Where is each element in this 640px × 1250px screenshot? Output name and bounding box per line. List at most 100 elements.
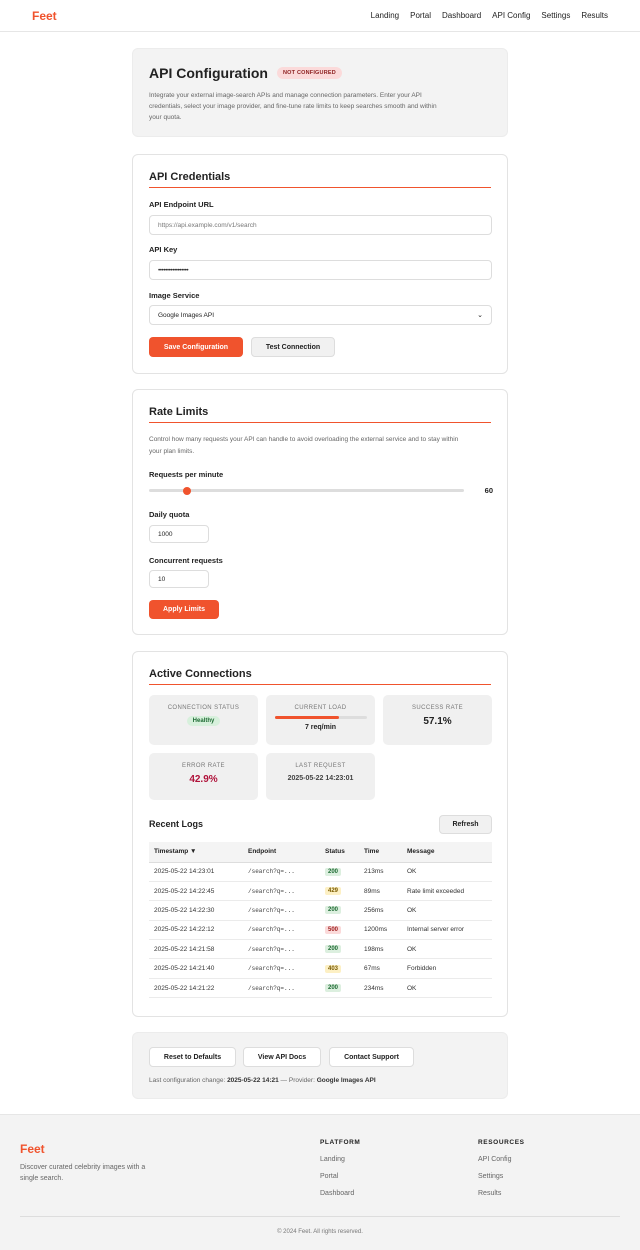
meta-prefix: Last configuration change: bbox=[149, 1077, 228, 1084]
col-endpoint: Endpoint bbox=[243, 842, 320, 863]
platform-title: PLATFORM bbox=[320, 1139, 361, 1146]
meta-date: 2025-05-22 14:21 bbox=[227, 1077, 279, 1084]
error-rate-stat: ERROR RATE 42.9% bbox=[149, 753, 258, 800]
footer-link-dashboard[interactable]: Dashboard bbox=[320, 1190, 354, 1197]
cell-endpoint: /search?q=... bbox=[243, 900, 320, 921]
stat-caption: CURRENT LOAD bbox=[294, 705, 347, 711]
view-api-docs-button[interactable]: View API Docs bbox=[243, 1047, 321, 1067]
cell-message: OK bbox=[402, 900, 492, 921]
status-code-badge: 200 bbox=[325, 867, 342, 876]
footer-link-results[interactable]: Results bbox=[478, 1190, 501, 1197]
top-nav: Feet Landing Portal Dashboard API Config… bbox=[0, 0, 640, 32]
status-code-badge: 200 bbox=[325, 906, 342, 915]
table-row: 2025-05-22 14:21:40 /search?q=... 403 67… bbox=[149, 958, 492, 979]
image-service-label: Image Service bbox=[149, 291, 200, 300]
footer-brand[interactable]: Feet bbox=[20, 1142, 45, 1156]
logs-header-row: Timestamp ▼ Endpoint Status Time Message bbox=[149, 842, 492, 863]
status-code-badge: 403 bbox=[325, 964, 342, 973]
hero-description-line: Integrate your external image-search API… bbox=[149, 92, 422, 99]
col-timestamp[interactable]: Timestamp ▼ bbox=[149, 842, 243, 863]
daily-quota-input[interactable]: 1000 bbox=[149, 525, 209, 543]
cell-status: 403 bbox=[320, 958, 359, 979]
healthy-badge: Healthy bbox=[186, 716, 221, 726]
hero-description: Integrate your external image-search API… bbox=[149, 90, 491, 123]
nav-link-landing[interactable]: Landing bbox=[371, 11, 399, 20]
error-rate-value: 42.9% bbox=[189, 774, 218, 785]
cell-time: 213ms bbox=[359, 862, 402, 882]
footer-link-api-config[interactable]: API Config bbox=[478, 1156, 511, 1163]
table-row: 2025-05-22 14:22:45 /search?q=... 429 89… bbox=[149, 881, 492, 902]
stat-caption: CONNECTION STATUS bbox=[167, 705, 240, 711]
hero-description-line: your quota. bbox=[149, 114, 182, 121]
footer-link-settings[interactable]: Settings bbox=[478, 1173, 503, 1180]
save-configuration-button[interactable]: Save Configuration bbox=[149, 337, 243, 357]
rpm-slider-thumb[interactable] bbox=[182, 486, 191, 495]
cell-status: 200 bbox=[320, 862, 359, 882]
test-connection-button[interactable]: Test Connection bbox=[251, 337, 335, 357]
cell-message: OK bbox=[402, 939, 492, 960]
cell-status: 500 bbox=[320, 920, 359, 941]
footer-link-landing[interactable]: Landing bbox=[320, 1156, 345, 1163]
meta-provider: Google Images API bbox=[316, 1077, 376, 1084]
image-service-select[interactable]: Google Images API ⌄ bbox=[149, 305, 492, 325]
cell-timestamp: 2025-05-22 14:22:12 bbox=[149, 920, 243, 941]
credentials-title: API Credentials bbox=[149, 171, 491, 188]
rpm-slider-track[interactable] bbox=[149, 486, 464, 495]
meta-mid: — Provider: bbox=[278, 1077, 317, 1084]
cell-time: 89ms bbox=[359, 881, 402, 902]
success-rate-value: 57.1% bbox=[423, 716, 452, 727]
cell-endpoint: /search?q=... bbox=[243, 881, 320, 902]
api-key-label: API Key bbox=[149, 245, 178, 254]
apply-limits-button[interactable]: Apply Limits bbox=[149, 600, 219, 619]
refresh-button[interactable]: Refresh bbox=[439, 815, 492, 834]
concurrent-label: Concurrent requests bbox=[149, 556, 223, 565]
cell-timestamp: 2025-05-22 14:21:58 bbox=[149, 939, 243, 960]
cell-endpoint: /search?q=... bbox=[243, 862, 320, 882]
rpm-label: Requests per minute bbox=[149, 470, 224, 479]
rate-description-line: your plan limits. bbox=[149, 447, 195, 455]
success-rate-stat: SUCCESS RATE 57.1% bbox=[383, 695, 492, 745]
cell-message: Internal server error bbox=[402, 920, 492, 941]
cell-message: OK bbox=[402, 978, 492, 999]
nav-link-portal[interactable]: Portal bbox=[410, 11, 431, 20]
stat-caption: SUCCESS RATE bbox=[411, 705, 464, 711]
cell-endpoint: /search?q=... bbox=[243, 978, 320, 999]
nav-link-settings[interactable]: Settings bbox=[541, 11, 570, 20]
nav-link-results[interactable]: Results bbox=[581, 11, 608, 20]
active-connections-title: Active Connections bbox=[149, 668, 491, 685]
rate-limits-description: Control how many requests your API can h… bbox=[149, 434, 458, 457]
cell-timestamp: 2025-05-22 14:22:30 bbox=[149, 900, 243, 921]
active-connections-card: Active Connections CONNECTION STATUS Hea… bbox=[132, 651, 508, 1017]
table-row: 2025-05-22 14:21:58 /search?q=... 200 19… bbox=[149, 939, 492, 960]
contact-support-button[interactable]: Contact Support bbox=[329, 1047, 414, 1067]
last-request-value: 2025-05-22 14:23:01 bbox=[287, 775, 354, 782]
logs-table: Timestamp ▼ Endpoint Status Time Message… bbox=[149, 842, 492, 999]
resources-title: RESOURCES bbox=[478, 1139, 525, 1146]
cell-status: 429 bbox=[320, 881, 359, 902]
table-row: 2025-05-22 14:22:12 /search?q=... 500 12… bbox=[149, 920, 492, 941]
brand-logo[interactable]: Feet bbox=[32, 9, 57, 23]
daily-quota-label: Daily quota bbox=[149, 510, 190, 519]
status-code-badge: 500 bbox=[325, 925, 342, 934]
copyright: © 2024 Feet. All rights reserved. bbox=[277, 1229, 363, 1235]
stat-caption: LAST REQUEST bbox=[295, 763, 346, 769]
rpm-value: 60 bbox=[484, 486, 493, 495]
footer-tagline: Discover curated celebrity images with a… bbox=[20, 1162, 145, 1184]
concurrent-input[interactable]: 10 bbox=[149, 570, 209, 588]
nav-link-dashboard[interactable]: Dashboard bbox=[442, 11, 481, 20]
api-key-input[interactable]: ••••••••••••••••• bbox=[149, 260, 492, 280]
stat-caption: ERROR RATE bbox=[182, 763, 225, 769]
footer-divider bbox=[20, 1216, 620, 1217]
cell-timestamp: 2025-05-22 14:21:22 bbox=[149, 978, 243, 999]
cell-message: OK bbox=[402, 862, 492, 882]
image-service-selected: Google Images API bbox=[158, 311, 215, 319]
col-time: Time bbox=[359, 842, 402, 863]
cell-endpoint: /search?q=... bbox=[243, 939, 320, 960]
footer-link-portal[interactable]: Portal bbox=[320, 1173, 338, 1180]
hero-description-line: credentials, select your image provider,… bbox=[149, 103, 437, 110]
endpoint-input[interactable]: https://api.example.com/v1/search bbox=[149, 215, 492, 235]
nav-link-api-config[interactable]: API Config bbox=[492, 11, 530, 20]
cell-timestamp: 2025-05-22 14:22:45 bbox=[149, 881, 243, 902]
col-message: Message bbox=[402, 842, 492, 863]
reset-defaults-button[interactable]: Reset to Defaults bbox=[149, 1047, 236, 1067]
